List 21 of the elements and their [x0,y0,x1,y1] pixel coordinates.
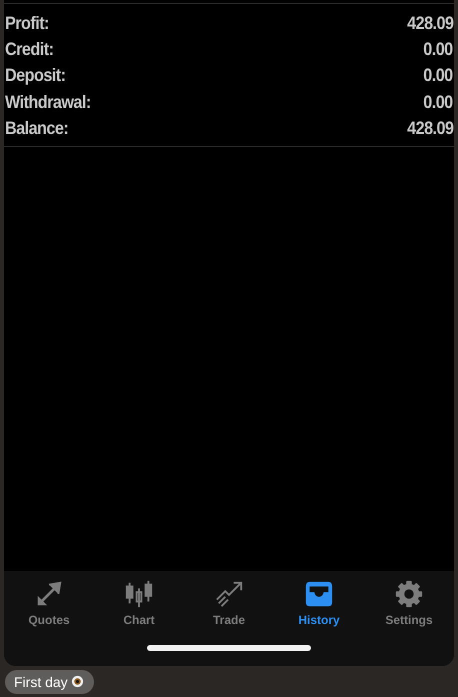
settings-icon [394,579,424,609]
tab[interactable]: Settings [364,579,454,627]
summary-value: 0.00 [424,65,453,86]
summary-value: 428.09 [406,118,453,140]
summary-label: Profit: [5,12,49,34]
summary-label: Balance: [5,118,68,140]
tab[interactable]: History [274,579,364,627]
summary-label: Credit: [5,39,54,60]
inbox-tray-icon [304,579,334,609]
eye-icon [70,675,84,688]
tab[interactable]: Quotes [4,579,94,627]
candlestick-icon [124,579,154,609]
summary-value: 0.00 [424,39,453,60]
message-text: First day [14,674,68,690]
summary-value: 0.00 [424,92,453,113]
summary-label: Withdrawal: [5,92,91,113]
trend-arrow-icon [214,579,244,609]
summary-label: Deposit: [5,65,66,86]
summary-value: 428.09 [406,12,453,34]
tab[interactable]: Trade [184,579,274,627]
tab[interactable]: Chart [94,579,184,627]
